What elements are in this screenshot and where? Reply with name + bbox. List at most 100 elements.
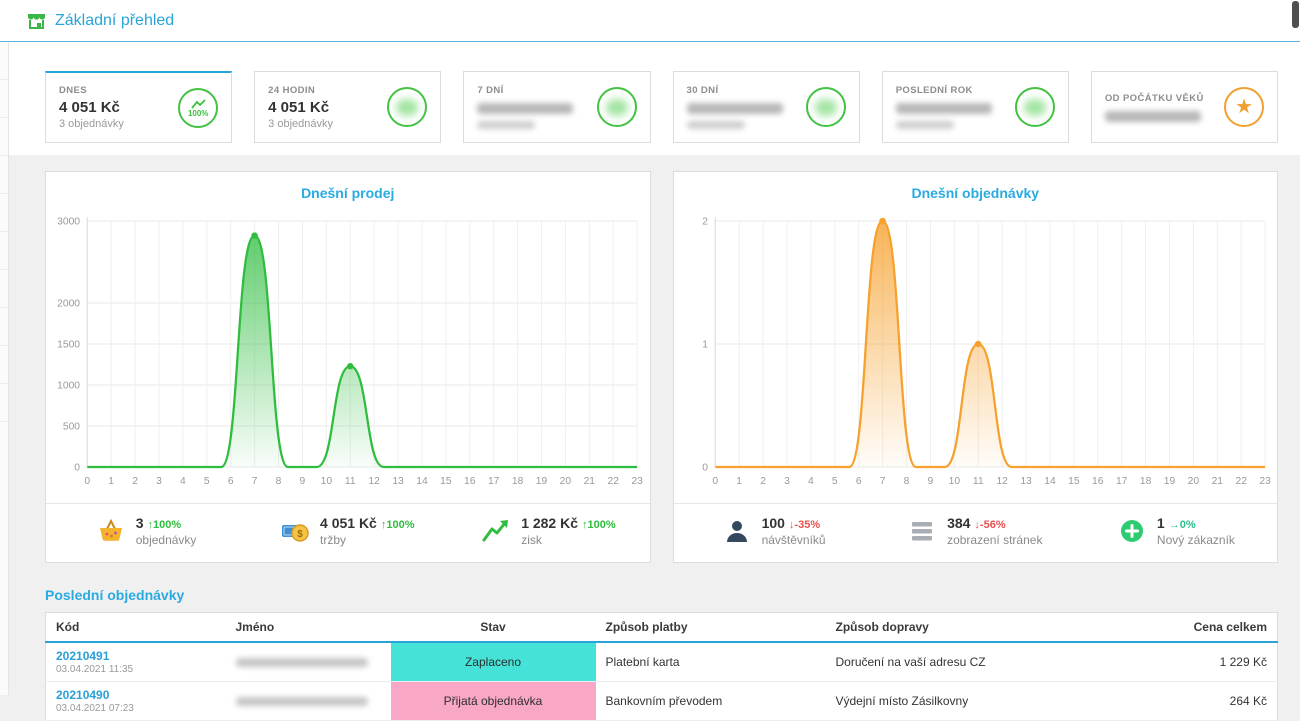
svg-text:13: 13 (1020, 476, 1032, 487)
chart-line-icon (482, 517, 510, 545)
svg-text:2: 2 (702, 217, 708, 228)
stat-value: 3 (136, 515, 144, 531)
svg-text:5: 5 (831, 476, 837, 487)
order-status-badge: Přijatá objednávka (391, 682, 596, 720)
svg-text:11: 11 (972, 476, 983, 487)
svg-text:0: 0 (84, 476, 90, 487)
redacted-sub (896, 121, 954, 129)
redacted-trend (815, 99, 837, 116)
visitors-icon (723, 517, 751, 545)
stat-delta: ↑100% (582, 519, 616, 531)
trend-up-icon (190, 98, 207, 110)
svg-text:13: 13 (392, 476, 404, 487)
svg-text:1000: 1000 (57, 381, 80, 392)
stat-card-label: POSLEDNÍ ROK (896, 85, 992, 96)
redacted-customer-name (236, 697, 368, 706)
stat-orders: 3↑100% objednávky (46, 515, 247, 547)
col-kod: Kód (46, 613, 226, 643)
stat-card-30-dni[interactable]: 30 DNÍ (673, 71, 860, 143)
stat-value: 1 282 Kč (521, 515, 578, 531)
svg-text:3: 3 (784, 476, 790, 487)
charts-row: Dnešní prodej 05001000150020003000012345… (45, 171, 1278, 563)
svg-text:10: 10 (321, 476, 333, 487)
svg-text:500: 500 (63, 422, 81, 433)
stat-delta: ↑100% (148, 519, 182, 531)
svg-text:0: 0 (712, 476, 718, 487)
svg-text:2000: 2000 (57, 299, 80, 310)
svg-text:2: 2 (760, 476, 766, 487)
stat-card-label: DNES (59, 85, 124, 96)
stat-value: 100 (762, 515, 785, 531)
stat-label: Nový zákazník (1157, 533, 1235, 547)
stat-revenue: $ 4 051 Kč↑100% tržby (247, 515, 448, 547)
svg-text:23: 23 (1259, 476, 1271, 487)
orders-chart-panel: Dnešní objednávky 0120123456789101112131… (673, 171, 1279, 563)
svg-text:0: 0 (74, 463, 80, 474)
stat-pageviews: 384↓-56% zobrazení stránek (875, 515, 1076, 547)
sales-chart-title: Dnešní prodej (46, 172, 650, 207)
order-code-link[interactable]: 20210490 (56, 688, 216, 702)
svg-text:8: 8 (903, 476, 909, 487)
order-row: 20210491 03.04.2021 11:35 Zaplaceno Plat… (46, 642, 1278, 682)
stat-card-24-hodin[interactable]: 24 HODIN 4 051 Kč 3 objednávky (254, 71, 441, 143)
svg-text:18: 18 (1139, 476, 1151, 487)
orders-stats-row: 100↓-35% návštěvníků 384↓-56% zobrazení … (674, 503, 1278, 562)
stat-card-od-pocatku-veku[interactable]: OD POČÁTKU VĚKŮ ★ (1091, 71, 1278, 143)
latest-orders-title: Poslední objednávky (45, 587, 1278, 603)
stat-label: návštěvníků (762, 533, 826, 547)
order-payment: Bankovním převodem (596, 682, 826, 721)
star-circle-badge: ★ (1224, 87, 1264, 127)
trend-circle-badge (387, 87, 427, 127)
stat-card-sub: 3 objednávky (59, 118, 124, 130)
svg-text:6: 6 (855, 476, 861, 487)
redacted-value (687, 103, 783, 114)
order-code-link[interactable]: 20210491 (56, 649, 216, 663)
order-payment: Platební karta (596, 642, 826, 682)
redacted-trend (1024, 99, 1046, 116)
svg-text:23: 23 (631, 476, 643, 487)
svg-text:21: 21 (584, 476, 596, 487)
stat-card-posledni-rok[interactable]: POSLEDNÍ ROK (882, 71, 1069, 143)
redacted-trend (606, 99, 628, 116)
stat-value: 4 051 Kč (320, 515, 377, 531)
sales-stats-row: 3↑100% objednávky $ 4 051 Kč↑100% tržby (46, 503, 650, 562)
col-cena-celkem: Cena celkem (1121, 613, 1278, 643)
pages-icon (908, 517, 936, 545)
store-icon (27, 12, 46, 30)
vertical-scrollbar-thumb[interactable] (1292, 1, 1299, 28)
page-header: Základní přehled (0, 0, 1300, 42)
stat-label: zobrazení stránek (947, 533, 1042, 547)
svg-text:10: 10 (948, 476, 960, 487)
plus-circle-icon (1118, 517, 1146, 545)
order-datetime: 03.04.2021 11:35 (56, 664, 216, 675)
trend-circle-badge (1015, 87, 1055, 127)
svg-text:20: 20 (560, 476, 572, 487)
order-shipping: Výdejní místo Zásilkovny (826, 682, 1121, 721)
sales-chart-panel: Dnešní prodej 05001000150020003000012345… (45, 171, 651, 563)
stat-card-label: 30 DNÍ (687, 85, 783, 96)
stat-card-dnes[interactable]: DNES 4 051 Kč 3 objednávky 100% (45, 71, 232, 143)
svg-text:20: 20 (1187, 476, 1199, 487)
svg-text:14: 14 (416, 476, 428, 487)
stat-card-7-dni[interactable]: 7 DNÍ (463, 71, 650, 143)
svg-text:9: 9 (300, 476, 306, 487)
stat-value: 1 (1157, 515, 1165, 531)
order-total: 264 Kč (1121, 682, 1278, 721)
stat-label: tržby (320, 533, 414, 547)
redacted-customer-name (236, 658, 368, 667)
stat-cards-section: DNES 4 051 Kč 3 objednávky 100% 24 HODIN… (0, 42, 1300, 155)
trend-circle-badge (597, 87, 637, 127)
col-jmeno: Jméno (226, 613, 391, 643)
stat-delta: →0% (1169, 519, 1196, 531)
svg-text:19: 19 (1163, 476, 1175, 487)
latest-orders-section: Poslední objednávky Kód Jméno Stav Způso… (45, 587, 1278, 721)
trend-circle-badge (806, 87, 846, 127)
svg-text:16: 16 (464, 476, 476, 487)
svg-text:7: 7 (252, 476, 258, 487)
svg-text:9: 9 (927, 476, 933, 487)
collapsed-sidebar-edge (0, 42, 9, 695)
stat-card-sub: 3 objednávky (268, 118, 333, 130)
svg-text:$: $ (297, 529, 303, 540)
col-stav: Stav (391, 613, 596, 643)
svg-text:3: 3 (156, 476, 162, 487)
